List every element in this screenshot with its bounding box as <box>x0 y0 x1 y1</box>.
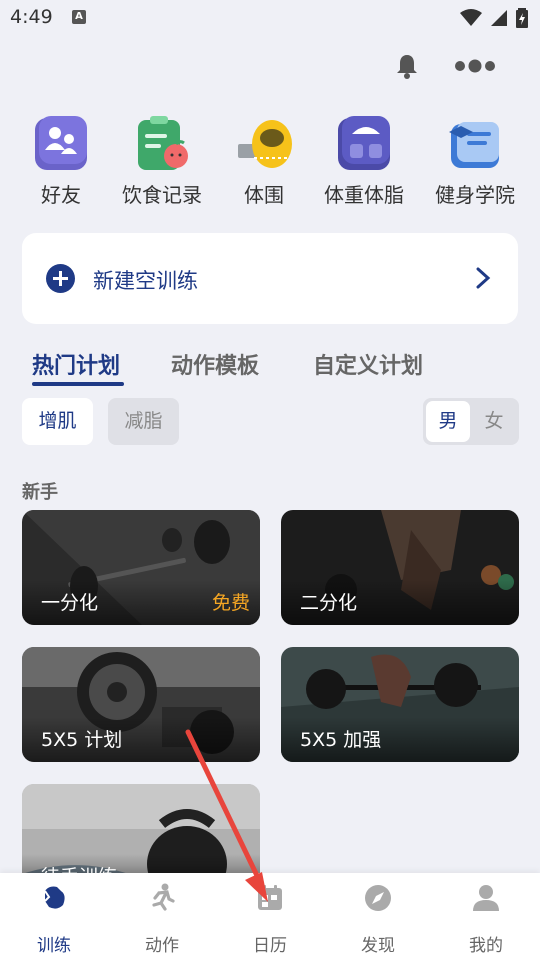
nav-label: 我的 <box>469 936 503 956</box>
quick-action-girth[interactable]: 体围 <box>209 114 319 208</box>
plan-card[interactable]: 二分化 <box>281 510 519 625</box>
quick-action-label: 健身学院 <box>435 183 515 207</box>
gender-female[interactable]: 女 <box>472 401 516 442</box>
nav-calendar[interactable]: 日历 <box>216 883 324 956</box>
plan-card[interactable]: 一分化 免费 <box>22 510 260 625</box>
quick-action-diet[interactable]: 饮食记录 <box>107 114 217 208</box>
wifi-icon <box>460 9 482 26</box>
friends-icon <box>31 114 91 174</box>
compass-icon <box>365 885 391 911</box>
tab-exercise-templates[interactable]: 动作模板 <box>171 348 259 380</box>
quick-action-friends[interactable]: 好友 <box>6 114 116 208</box>
plan-name: 二分化 <box>300 592 358 614</box>
nav-label: 动作 <box>145 936 179 956</box>
filter-muscle-gain[interactable]: 增肌 <box>22 398 93 445</box>
plan-name: 5X5 加强 <box>300 729 382 751</box>
status-bar: 4:49 A <box>0 0 540 36</box>
quick-action-weight[interactable]: 体重体脂 <box>309 114 419 208</box>
nav-label: 训练 <box>37 936 71 956</box>
status-time: 4:49 <box>10 6 53 28</box>
quick-action-label: 好友 <box>41 183 81 207</box>
calendar-icon <box>258 885 282 910</box>
academy-icon <box>445 114 505 174</box>
scale-icon <box>334 114 394 174</box>
bottom-nav: 训练 动作 日历 发现 我的 <box>0 873 540 960</box>
nav-exercises[interactable]: 动作 <box>108 883 216 956</box>
more-icon[interactable] <box>452 58 498 74</box>
status-indicators <box>460 8 528 28</box>
add-icon <box>46 264 75 293</box>
signal-icon <box>491 10 507 26</box>
section-title: 新手 <box>22 482 58 503</box>
new-workout-title: 新建空训练 <box>93 269 198 293</box>
plan-badge: 免费 <box>211 592 250 614</box>
exercise-run-icon <box>152 883 175 911</box>
nav-label: 发现 <box>361 936 395 956</box>
nav-discover[interactable]: 发现 <box>324 883 432 956</box>
filter-fat-loss[interactable]: 减脂 <box>108 398 179 445</box>
notification-icon: A <box>72 10 86 24</box>
quick-action-label: 体围 <box>244 183 284 207</box>
profile-icon <box>473 885 499 911</box>
quick-action-label: 体重体脂 <box>324 183 404 207</box>
nav-training[interactable]: 训练 <box>0 883 108 956</box>
nav-label: 日历 <box>253 936 287 956</box>
plan-name: 一分化 <box>41 592 99 614</box>
nav-profile[interactable]: 我的 <box>432 883 540 956</box>
diet-record-icon <box>132 114 192 174</box>
gender-toggle: 男 女 <box>423 398 519 445</box>
tab-custom-plans[interactable]: 自定义计划 <box>313 348 423 380</box>
plan-card[interactable]: 5X5 加强 <box>281 647 519 762</box>
quick-actions: 好友 饮食记录 体围 体重体脂 健身学院 <box>0 114 540 209</box>
bell-icon[interactable] <box>393 52 421 80</box>
tab-hot-plans[interactable]: 热门计划 <box>32 348 120 380</box>
quick-action-label: 饮食记录 <box>122 183 202 207</box>
plan-name: 5X5 计划 <box>41 729 123 751</box>
training-icon <box>44 886 65 909</box>
active-tab-indicator <box>32 382 124 386</box>
gender-male[interactable]: 男 <box>426 401 470 442</box>
battery-icon <box>516 8 528 28</box>
chevron-right-icon <box>476 267 491 289</box>
new-blank-workout-card[interactable]: 新建空训练 <box>22 233 518 324</box>
measuring-tape-icon <box>234 114 294 174</box>
plan-card[interactable]: 5X5 计划 <box>22 647 260 762</box>
quick-action-academy[interactable]: 健身学院 <box>420 114 530 208</box>
